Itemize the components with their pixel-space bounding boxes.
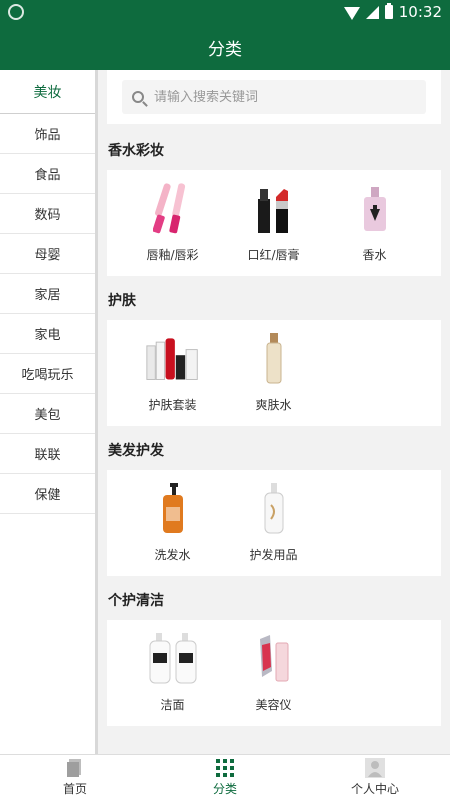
search-box[interactable]: [122, 80, 426, 114]
home-icon: [65, 758, 85, 778]
sidebar-item-accessories[interactable]: 饰品: [0, 114, 95, 154]
wifi-icon: [343, 7, 360, 20]
section-title: 个护清洁: [108, 593, 164, 609]
signal-icon: [365, 5, 379, 19]
search-icon: [132, 91, 144, 103]
category-label: 护肤套装: [148, 398, 197, 412]
lipstick-image: [246, 180, 302, 236]
section-card: 洁面 美容仪: [107, 620, 441, 726]
category-item-hair-care[interactable]: 护发用品: [223, 470, 324, 576]
page-title: 分类: [208, 39, 242, 60]
sidebar-item-label: 饰品: [34, 128, 61, 143]
category-item-skincare-set[interactable]: 护肤套装: [122, 320, 223, 426]
sidebar-item-label: 联联: [34, 448, 61, 463]
sidebar-item-label: 母婴: [34, 248, 61, 263]
sidebar-item-label: 家居: [34, 288, 61, 303]
section-card: 洗发水 护发用品: [107, 470, 441, 576]
sidebar-item-entertainment[interactable]: 吃喝玩乐: [0, 354, 95, 394]
nav-profile[interactable]: 个人中心: [300, 755, 450, 800]
category-label: 护发用品: [249, 548, 298, 562]
category-content: 香水彩妆 唇釉/唇彩: [98, 70, 450, 754]
section-title: 护肤: [108, 293, 136, 309]
battery-icon: [384, 3, 393, 19]
sidebar-item-bags[interactable]: 美包: [0, 394, 95, 434]
grid-icon: [215, 758, 235, 778]
bottom-nav: 首页 分类 个人中心: [0, 754, 450, 800]
sidebar-item-health[interactable]: 保健: [0, 474, 95, 514]
category-label: 香水: [362, 248, 387, 262]
sidebar-item-label: 吃喝玩乐: [21, 368, 74, 383]
section-title: 美发护发: [108, 443, 164, 459]
sidebar-item-baby[interactable]: 母婴: [0, 234, 95, 274]
sidebar-item-digital[interactable]: 数码: [0, 194, 95, 234]
toner-image: [246, 330, 302, 386]
category-label: 爽肤水: [255, 398, 292, 412]
nav-label: 个人中心: [350, 782, 399, 796]
category-label: 唇釉/唇彩: [146, 248, 199, 262]
title-bar: 分类: [0, 24, 450, 70]
sidebar-item-label: 美妆: [33, 84, 62, 101]
lip-gloss-image: [145, 180, 201, 236]
category-label: 口红/唇膏: [247, 248, 300, 262]
nav-label: 分类: [212, 782, 237, 796]
nav-category[interactable]: 分类: [150, 755, 300, 800]
cleanser-image: [145, 630, 201, 686]
section-card: 护肤套装 爽肤水: [107, 320, 441, 426]
status-time: 10:32: [398, 3, 442, 21]
status-icons: 10:32: [343, 3, 442, 21]
user-icon: [365, 758, 385, 778]
status-bar: 10:32: [0, 0, 450, 24]
app-notification-icon: [8, 4, 24, 20]
sidebar-item-label: 数码: [34, 208, 61, 223]
sidebar-item-food[interactable]: 食品: [0, 154, 95, 194]
category-item-shampoo[interactable]: 洗发水: [122, 470, 223, 576]
shampoo-image: [145, 480, 201, 536]
category-sidebar: 美妆 饰品 食品 数码 母婴 家居 家电 吃喝玩乐 美包 联联 保健: [0, 70, 95, 754]
category-item-cleanser[interactable]: 洁面: [122, 620, 223, 726]
section-title: 香水彩妆: [108, 143, 164, 159]
perfume-image: [347, 180, 403, 236]
hair-care-image: [246, 480, 302, 536]
section-card: 唇釉/唇彩 口红/唇膏 香水: [107, 170, 441, 276]
beauty-device-image: [246, 630, 302, 686]
category-item-lip-gloss[interactable]: 唇釉/唇彩: [122, 170, 223, 276]
sidebar-item-lianlian[interactable]: 联联: [0, 434, 95, 474]
category-item-beauty-device[interactable]: 美容仪: [223, 620, 324, 726]
sidebar-item-appliances[interactable]: 家电: [0, 314, 95, 354]
category-item-toner[interactable]: 爽肤水: [223, 320, 324, 426]
category-label: 美容仪: [255, 698, 292, 712]
sidebar-item-label: 美包: [34, 408, 61, 423]
search-input[interactable]: [154, 89, 404, 105]
nav-label: 首页: [62, 782, 87, 796]
category-label: 洗发水: [154, 548, 191, 562]
sidebar-item-home[interactable]: 家居: [0, 274, 95, 314]
category-item-perfume[interactable]: 香水: [324, 170, 425, 276]
category-item-lipstick[interactable]: 口红/唇膏: [223, 170, 324, 276]
sidebar-item-makeup[interactable]: 美妆: [0, 70, 95, 114]
sidebar-item-label: 食品: [34, 168, 61, 183]
search-bar: [107, 70, 441, 124]
nav-home[interactable]: 首页: [0, 755, 150, 800]
sidebar-item-label: 家电: [34, 328, 61, 343]
category-label: 洁面: [160, 698, 185, 712]
sidebar-item-label: 保健: [34, 488, 61, 503]
skincare-set-image: [145, 330, 201, 386]
